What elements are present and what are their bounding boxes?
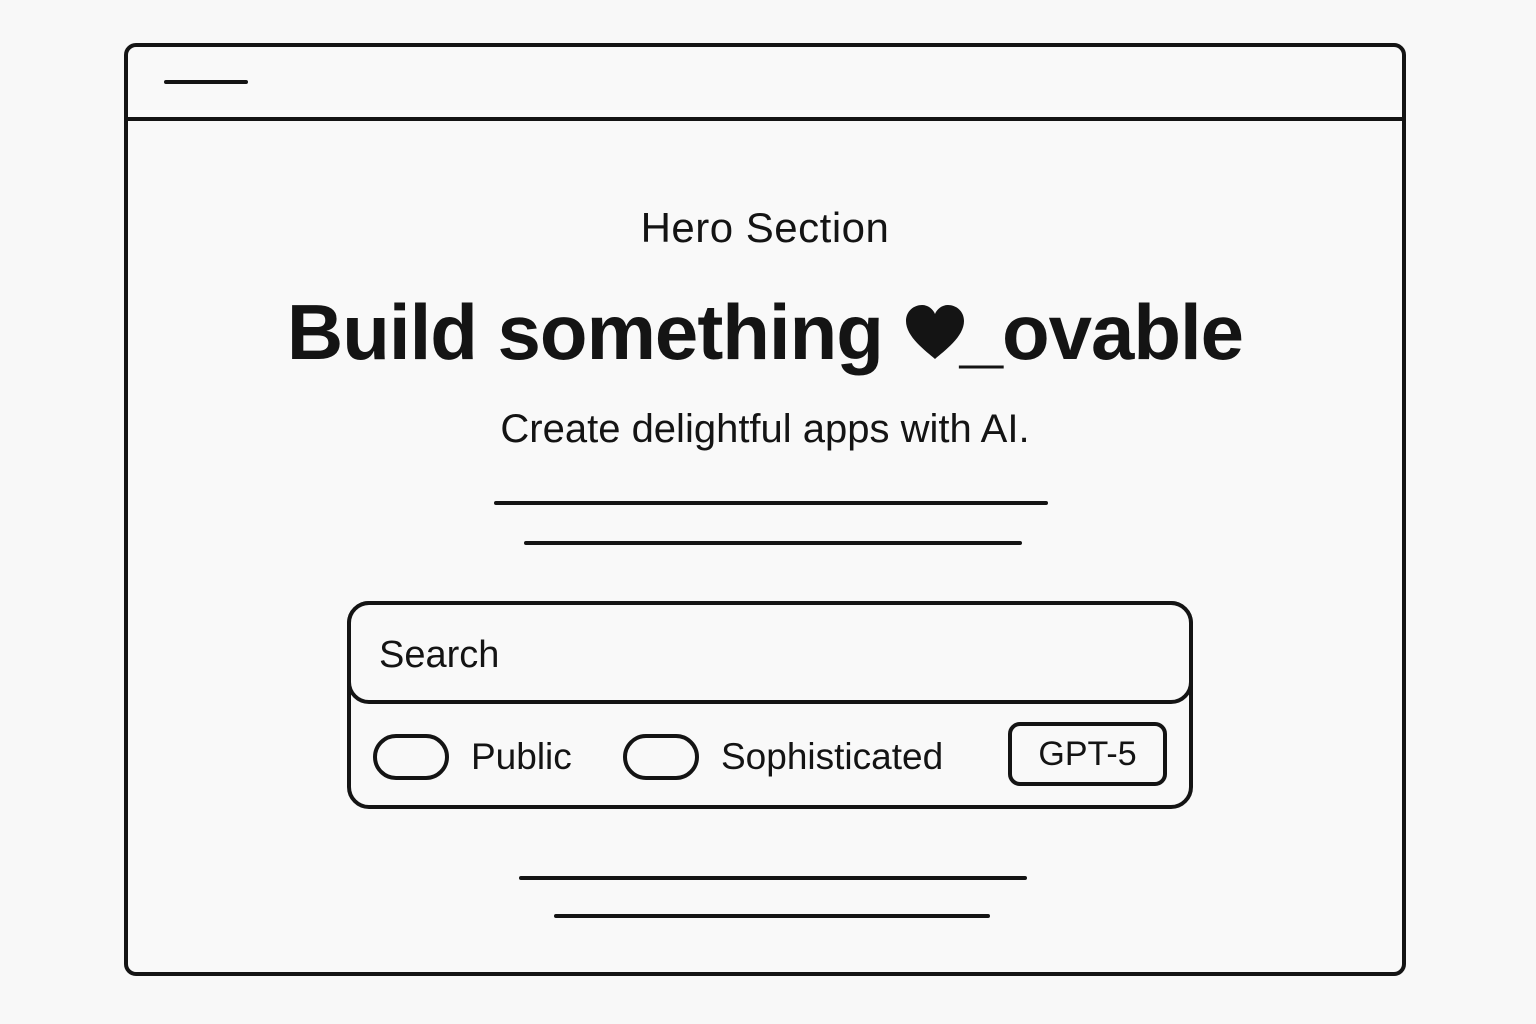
headline-text-end: _ovable: [959, 288, 1244, 376]
sophisticated-toggle-label: Sophisticated: [721, 736, 944, 777]
model-select-button[interactable]: GPT-5: [1008, 722, 1167, 786]
browser-window: Hero Section Build something _ovable Cre…: [124, 43, 1406, 976]
headline-text-start: Build something: [286, 288, 904, 376]
sophisticated-toggle-group: Sophisticated: [623, 731, 943, 783]
hero-headline: Build something _ovable: [128, 287, 1402, 378]
search-field: [347, 601, 1193, 704]
window-top-bar: [128, 47, 1402, 121]
search-input[interactable]: [379, 627, 1139, 683]
public-toggle-label: Public: [471, 736, 572, 777]
placeholder-text-line: [519, 876, 1027, 880]
placeholder-text-line: [524, 541, 1022, 545]
hero-subtitle: Create delightful apps with AI.: [500, 407, 1030, 451]
section-eyebrow: Hero Section: [640, 204, 890, 251]
placeholder-text-line: [494, 501, 1048, 505]
prompt-box: Public Sophisticated GPT-5: [347, 601, 1193, 809]
menu-line-icon[interactable]: [164, 80, 248, 84]
placeholder-text-line: [554, 914, 990, 918]
sophisticated-toggle[interactable]: [623, 734, 699, 780]
heart-icon: [905, 305, 964, 359]
public-toggle-group: Public: [373, 731, 572, 783]
public-toggle[interactable]: [373, 734, 449, 780]
